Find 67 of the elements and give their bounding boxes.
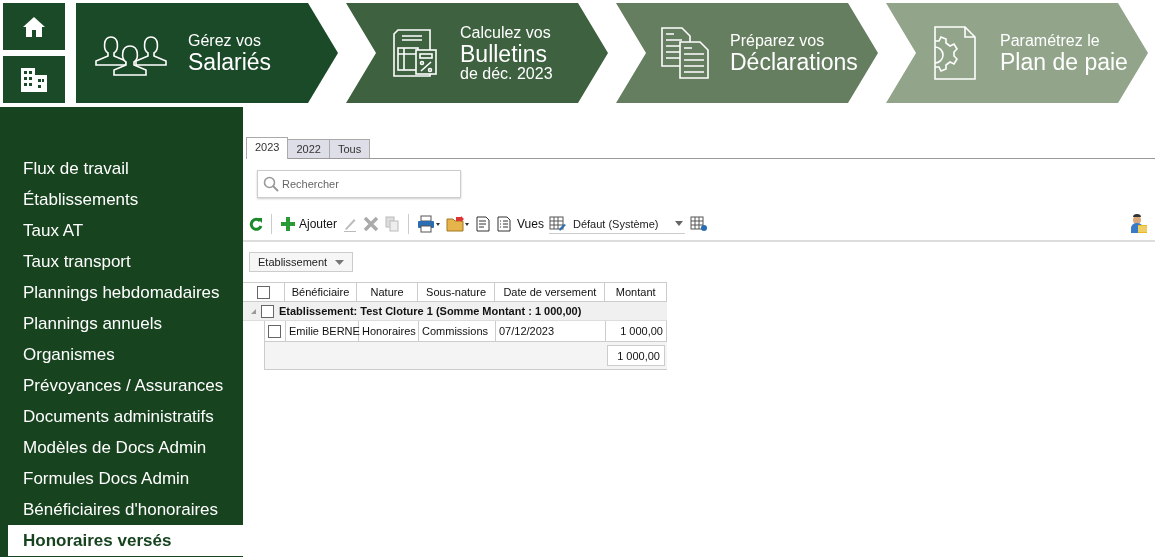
- table-cell: Emilie BERNE: [286, 321, 359, 341]
- sidebar-item[interactable]: Modèles de Docs Admin: [8, 432, 243, 463]
- tab[interactable]: 2022: [287, 139, 330, 158]
- list-icon[interactable]: [496, 216, 513, 232]
- step-caption: de déc. 2023: [460, 65, 553, 82]
- column-header[interactable]: Montant: [605, 283, 667, 301]
- views-label: Vues: [517, 217, 544, 231]
- step-banner[interactable]: Préparez vos Déclarations: [616, 3, 878, 103]
- search-icon: [263, 176, 279, 192]
- table-cell: 1 000,00: [606, 321, 667, 341]
- building-icon: [20, 66, 48, 93]
- step-banner[interactable]: Calculez vos Bulletins de déc. 2023: [346, 3, 608, 103]
- table-cell: 07/12/2023: [496, 321, 606, 341]
- group-by-button[interactable]: Etablissement: [249, 252, 354, 272]
- total-cell: 1 000,00: [607, 345, 665, 366]
- folder-icon[interactable]: [446, 215, 471, 233]
- printer-icon[interactable]: [417, 215, 442, 233]
- refresh-icon[interactable]: [249, 216, 263, 232]
- tab[interactable]: Tous: [328, 139, 371, 158]
- grid-icon: [548, 215, 567, 232]
- sidebar-item[interactable]: Flux de travail: [8, 153, 243, 184]
- add-button[interactable]: Ajouter: [280, 216, 338, 232]
- table-cell: Commissions: [419, 321, 496, 341]
- plus-icon: [280, 216, 296, 232]
- sidebar-item[interactable]: Bénéficiaires d'honoraires: [8, 494, 243, 525]
- sidebar-item[interactable]: Honoraires versés: [8, 525, 243, 556]
- home-button[interactable]: [3, 3, 65, 50]
- document-icon[interactable]: [475, 216, 492, 232]
- grid-settings-icon[interactable]: [689, 216, 708, 232]
- step-subtitle: Gérez vos: [188, 32, 262, 49]
- gear-document-icon: [933, 25, 977, 81]
- sidebar-item[interactable]: Plannings hebdomadaires: [8, 277, 243, 308]
- sidebar-item[interactable]: Taux transport: [8, 246, 243, 277]
- sidebar-item[interactable]: Prévoyances / Assurances: [8, 370, 243, 401]
- home-icon: [22, 15, 46, 38]
- column-header[interactable]: Sous-nature: [417, 283, 496, 301]
- checkbox[interactable]: [268, 324, 281, 338]
- sidebar-item[interactable]: Documents administratifs: [8, 401, 243, 432]
- step-subtitle: Paramétrez le: [1000, 32, 1101, 49]
- sidebar-item[interactable]: Taux AT: [8, 215, 243, 246]
- tab[interactable]: 2023: [246, 137, 289, 159]
- step-title: Plan de paie: [1000, 50, 1128, 74]
- step-title: Bulletins: [460, 42, 548, 66]
- search-field[interactable]: Rechercher: [257, 170, 461, 198]
- sidebar-item[interactable]: Plannings annuels: [8, 308, 243, 339]
- calculator-icon: [390, 28, 440, 78]
- step-banner[interactable]: Gérez vos Salariés: [76, 3, 338, 103]
- view-select[interactable]: Défaut (Système): [548, 214, 685, 234]
- user-icon[interactable]: [1129, 214, 1149, 234]
- building-button[interactable]: [3, 56, 65, 103]
- checkbox[interactable]: [257, 285, 270, 299]
- sidebar-item[interactable]: Organismes: [8, 339, 243, 370]
- documents-icon: [660, 26, 710, 80]
- sidebar-item[interactable]: Établissements: [8, 184, 243, 215]
- step-subtitle: Calculez vos: [460, 24, 552, 41]
- group-header: Etablissement: Test Cloture 1 (Somme Montant : 1 000,00): [279, 305, 582, 317]
- column-header[interactable]: Nature: [357, 283, 418, 301]
- caret-icon: [674, 221, 683, 226]
- checkbox[interactable]: [261, 304, 274, 318]
- step-subtitle: Préparez vos: [730, 32, 826, 49]
- column-header[interactable]: Date de versement: [495, 283, 606, 301]
- step-title: Salariés: [188, 50, 272, 74]
- caret-icon: [335, 259, 345, 265]
- sidebar-item[interactable]: Formules Docs Admin: [8, 463, 243, 494]
- table-cell: Honoraires: [359, 321, 419, 341]
- column-header[interactable]: Bénéficiaire: [284, 283, 358, 301]
- step-title: Déclarations: [730, 50, 858, 74]
